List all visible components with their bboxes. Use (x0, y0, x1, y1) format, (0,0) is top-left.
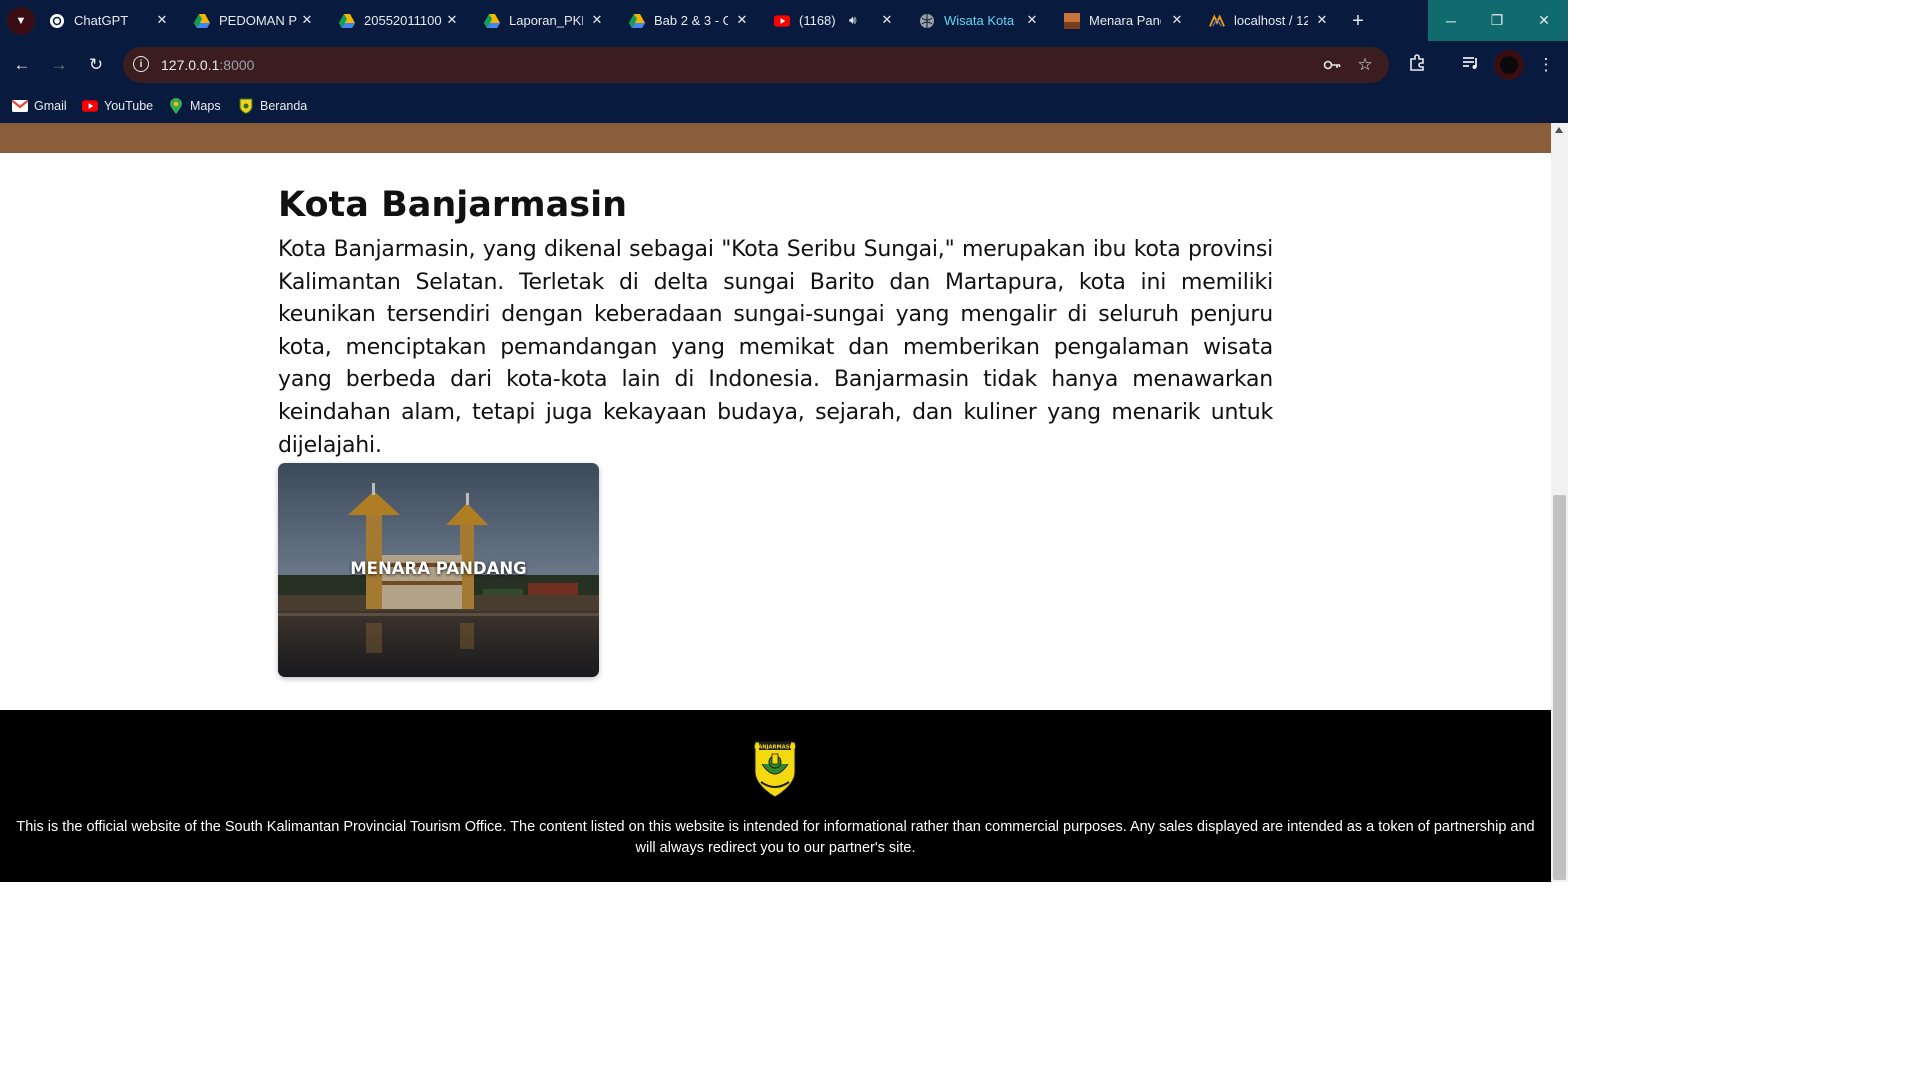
google-drive-icon (484, 13, 500, 29)
speaker-icon[interactable]: 🔊︎ (849, 13, 857, 28)
tab-title: Wisata Kota E (944, 13, 1016, 28)
kebab-menu-icon: ⋮ (1537, 55, 1555, 74)
destination-card-menara-pandang[interactable]: MENARA PANDANG (278, 463, 599, 677)
google-drive-icon (339, 13, 355, 29)
tab-title: Laporan_PKL (509, 13, 583, 28)
chevron-down-icon: ▼ (15, 15, 27, 27)
minimize-icon: ─ (1446, 12, 1456, 29)
arrow-right-icon: → (50, 55, 68, 74)
browser-tab[interactable]: PEDOMAN PI ✕ (186, 0, 323, 41)
youtube-icon (82, 99, 98, 113)
scroll-up-arrow-icon[interactable] (1555, 127, 1563, 133)
extensions-button[interactable] (1405, 53, 1429, 77)
bookmark-label: Maps (190, 99, 221, 113)
card-title: MENARA PANDANG (350, 559, 527, 578)
footer-disclaimer: This is the official website of the Sout… (16, 819, 1535, 856)
globe-icon (919, 13, 935, 29)
new-tab-button[interactable]: + (1346, 9, 1370, 33)
close-icon[interactable]: ✕ (299, 12, 315, 28)
close-icon[interactable]: ✕ (734, 12, 750, 28)
back-button[interactable]: ← (10, 53, 34, 77)
star-icon[interactable]: ☆ (1356, 55, 1374, 74)
bookmark-label: Beranda (260, 99, 308, 113)
url-text[interactable]: 127.0.0.1:8000 (161, 57, 254, 73)
puzzle-icon (1408, 53, 1426, 77)
forward-button[interactable]: → (47, 53, 71, 77)
bookmark-maps[interactable]: Maps (168, 95, 221, 117)
crest-icon (238, 98, 254, 114)
browser-tab[interactable]: Bab 2 & 3 - G ✕ (621, 0, 758, 41)
address-bar[interactable]: i 127.0.0.1:8000 ☆ (123, 47, 1389, 83)
chatgpt-icon (49, 13, 65, 29)
google-drive-icon (629, 13, 645, 29)
page-viewport: Kota Banjarmasin Kota Banjarmasin, yang … (0, 123, 1551, 882)
key-icon[interactable] (1323, 56, 1341, 74)
logo-text: BANJARMASIN (754, 745, 795, 751)
bookmark-youtube[interactable]: YouTube (82, 95, 153, 117)
close-icon[interactable]: ✕ (1314, 12, 1330, 28)
reload-icon: ↻ (88, 55, 104, 74)
tab-search-button[interactable]: ▼ (7, 7, 35, 35)
close-icon[interactable]: ✕ (589, 12, 605, 28)
bookmark-label: YouTube (104, 99, 154, 113)
site-info-icon[interactable]: i (133, 56, 149, 72)
close-icon[interactable]: ✕ (879, 12, 895, 28)
media-control-button[interactable] (1459, 53, 1483, 77)
page-title: Kota Banjarmasin (278, 185, 628, 225)
site-header-strip (0, 123, 1551, 153)
close-icon[interactable]: ✕ (154, 12, 170, 28)
bookmarks-bar: Gmail YouTube Maps Beranda (0, 89, 1568, 123)
scrollbar-thumb[interactable] (1553, 495, 1566, 880)
browser-menu-button[interactable]: ⋮ (1534, 53, 1558, 77)
browser-tab[interactable]: (1168) Le 🔊︎ ✕ (766, 0, 903, 41)
tab-title: Bab 2 & 3 - G (654, 13, 728, 28)
reload-button[interactable]: ↻ (84, 53, 108, 77)
browser-toolbar: ← → ↻ i 127.0.0.1:8000 ☆ ⋮ (0, 41, 1568, 89)
tab-title: ChatGPT (74, 13, 129, 28)
playlist-icon (1462, 55, 1480, 75)
minimize-button[interactable]: ─ (1428, 0, 1474, 41)
gmail-icon (12, 99, 28, 113)
phpmyadmin-icon (1209, 13, 1225, 29)
close-icon: ✕ (1538, 12, 1550, 28)
close-icon[interactable]: ✕ (1024, 12, 1040, 28)
browser-tab[interactable]: 20552011100 ✕ (331, 0, 468, 41)
site-footer: BANJARMASIN This is the official website… (0, 710, 1551, 882)
arrow-left-icon: ← (13, 55, 31, 74)
browser-tab-active[interactable]: Wisata Kota E ✕ (911, 0, 1048, 41)
bookmark-gmail[interactable]: Gmail (12, 95, 67, 117)
browser-tab[interactable]: localhost / 12 ✕ (1201, 0, 1338, 41)
restore-icon: ❐ (1490, 12, 1504, 28)
close-icon[interactable]: ✕ (1169, 12, 1185, 28)
banjarmasin-crest-logo: BANJARMASIN (754, 741, 796, 798)
url-host: 127.0.0.1 (161, 57, 220, 73)
youtube-icon (774, 13, 790, 29)
browser-tab[interactable]: Menara Pand ✕ (1056, 0, 1193, 41)
tab-title: Menara Pand (1089, 13, 1161, 28)
restore-button[interactable]: ❐ (1474, 0, 1520, 41)
page-scrollbar[interactable] (1551, 123, 1568, 882)
site-image-icon (1064, 12, 1080, 29)
close-window-button[interactable]: ✕ (1520, 0, 1568, 41)
browser-tab[interactable]: ChatGPT ✕ (41, 0, 178, 41)
browser-tab[interactable]: Laporan_PKL ✕ (476, 0, 613, 41)
tab-strip: ▼ ChatGPT ✕ PEDOMAN PI ✕ 20552011100 ✕ L… (0, 0, 1568, 41)
bookmark-beranda[interactable]: Beranda (238, 95, 307, 117)
tab-title: (1168) Le (799, 13, 839, 28)
maps-pin-icon (168, 98, 184, 114)
bookmark-label: Gmail (34, 99, 67, 113)
close-icon[interactable]: ✕ (444, 12, 460, 28)
plus-icon: + (1352, 9, 1364, 32)
tab-title: 20552011100 (364, 13, 442, 28)
tab-title: localhost / 12 (1234, 13, 1308, 28)
tab-title: PEDOMAN PI (219, 13, 297, 28)
profile-avatar[interactable] (1494, 50, 1524, 80)
url-port: :8000 (219, 57, 255, 73)
intro-paragraph: Kota Banjarmasin, yang dikenal sebagai "… (278, 237, 1273, 458)
google-drive-icon (194, 13, 210, 29)
